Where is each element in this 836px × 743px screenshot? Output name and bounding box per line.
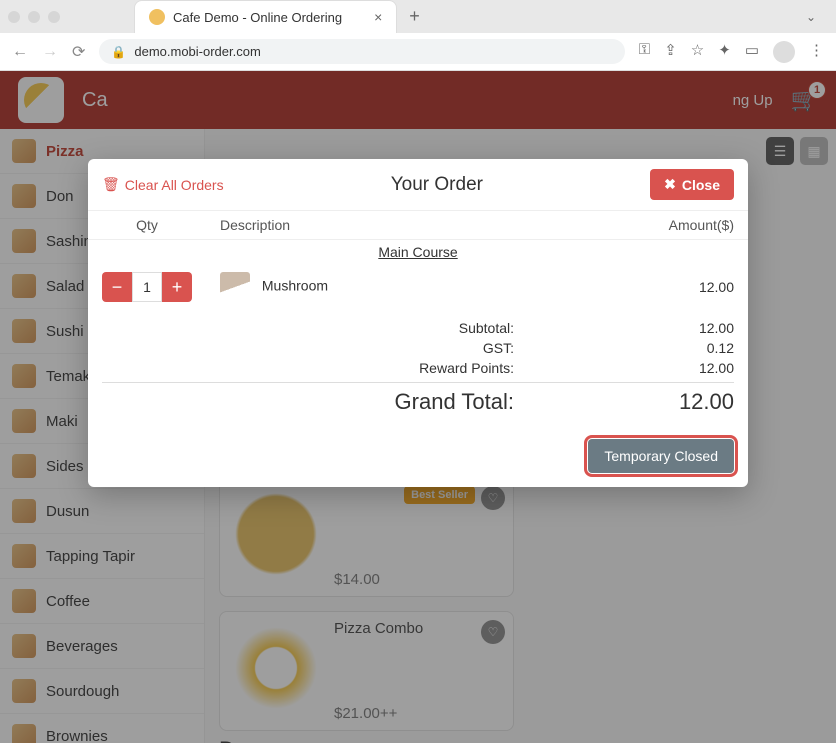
grand-total-value: 12.00 [664,389,734,415]
close-button[interactable]: ✖ Close [650,169,734,200]
gst-value: 0.12 [664,340,734,356]
favicon [149,9,165,25]
toolbar-icons: ⚿ ⇪ ☆ ✦ ▭ ⋮ [639,41,824,63]
modal-title: Your Order [224,174,651,196]
subtotal-label: Subtotal: [459,320,514,336]
browser-chrome: Cafe Demo - Online Ordering × + ⌄ ← → ⟳ … [0,0,836,71]
grand-total-row: Grand Total: 12.00 [102,382,734,417]
share-icon[interactable]: ⇪ [664,41,677,63]
clear-label: Clear All Orders [125,177,224,193]
star-icon[interactable]: ☆ [691,41,704,63]
item-thumbnail [220,272,250,302]
trash-icon: 🗑 [102,176,120,193]
temporary-closed-button[interactable]: Temporary Closed [588,439,734,473]
category-row: Main Course [88,240,748,265]
app-root: Ca ng Up 🛒 1 Pizza Don Sashimi Salad Sus… [0,71,836,743]
traffic-light-max[interactable] [48,11,60,23]
grand-total-label: Grand Total: [395,389,514,415]
browser-tab[interactable]: Cafe Demo - Online Ordering × [134,0,397,33]
reload-button[interactable]: ⟳ [72,42,85,62]
qty-value: 1 [132,272,162,302]
forward-button[interactable]: → [42,43,58,61]
url-field[interactable]: 🔒 demo.mobi-order.com [99,39,624,64]
subtotal-row: Subtotal: 12.00 [102,318,734,338]
traffic-light-close[interactable] [8,11,20,23]
order-table: Qty Description Amount($) Main Course − … [88,210,748,310]
qty-control: − 1 + [102,272,192,302]
window-controls [8,11,64,23]
col-qty: Qty [88,211,206,240]
modal-header: 🗑 Clear All Orders Your Order ✖ Close [88,159,748,210]
reward-row: Reward Points: 12.00 [102,358,734,378]
url-text: demo.mobi-order.com [134,44,260,59]
traffic-light-min[interactable] [28,11,40,23]
tab-title: Cafe Demo - Online Ordering [173,10,342,25]
gst-label: GST: [483,340,514,356]
table-header-row: Qty Description Amount($) [88,211,748,240]
reward-value: 12.00 [664,360,734,376]
modal-footer: Temporary Closed [88,429,748,487]
tab-close-icon[interactable]: × [374,9,382,25]
new-tab-button[interactable]: + [409,6,420,27]
tab-bar: Cafe Demo - Online Ordering × + ⌄ [0,0,836,33]
reward-label: Reward Points: [419,360,514,376]
totals-section: Subtotal: 12.00 GST: 0.12 Reward Points:… [88,314,748,429]
item-name: Mushroom [262,278,328,294]
address-bar: ← → ⟳ 🔒 demo.mobi-order.com ⚿ ⇪ ☆ ✦ ▭ ⋮ [0,33,836,71]
order-modal: 🗑 Clear All Orders Your Order ✖ Close Qt… [88,159,748,487]
col-amount: Amount($) [527,211,748,240]
panel-icon[interactable]: ▭ [745,41,759,63]
subtotal-value: 12.00 [664,320,734,336]
qty-increase-button[interactable]: + [162,272,192,302]
profile-avatar[interactable] [773,41,795,63]
gst-row: GST: 0.12 [102,338,734,358]
tabs-dropdown-icon[interactable]: ⌄ [806,10,816,24]
clear-all-orders-link[interactable]: 🗑 Clear All Orders [102,176,224,193]
close-label: Close [682,177,720,193]
item-amount: 12.00 [527,264,748,310]
col-description: Description [206,211,527,240]
qty-decrease-button[interactable]: − [102,272,132,302]
category-link[interactable]: Main Course [378,244,457,260]
key-icon[interactable]: ⚿ [639,41,650,63]
back-button[interactable]: ← [12,43,28,61]
extensions-icon[interactable]: ✦ [718,41,731,63]
order-item-row: − 1 + Mushroom 12.00 [88,264,748,310]
menu-icon[interactable]: ⋮ [809,41,824,63]
close-icon: ✖ [664,176,676,193]
lock-icon: 🔒 [111,45,126,59]
